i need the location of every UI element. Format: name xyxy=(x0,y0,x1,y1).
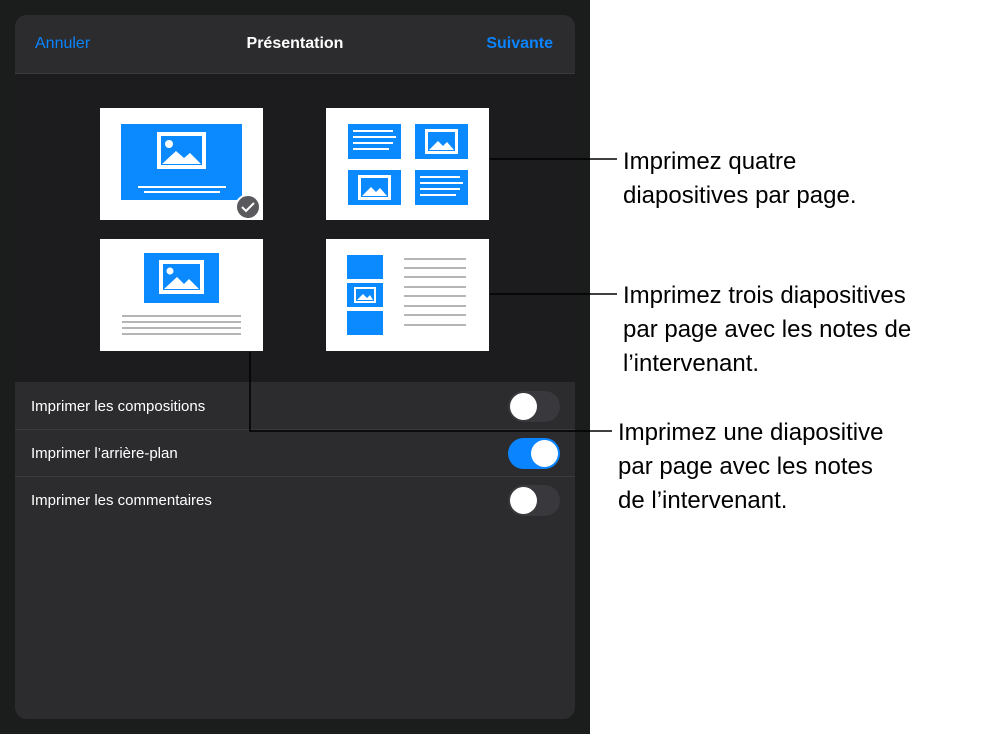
callout-one-slide: Imprimez une diapositive par page avec l… xyxy=(618,416,883,518)
callout-line: Imprimez quatre xyxy=(623,148,797,175)
callout-line: Imprimez une diapositive xyxy=(618,419,884,446)
callout-three-slides: Imprimez trois diapositives par page ave… xyxy=(623,279,911,381)
callout-four-slides: Imprimez quatre diapositives par page. xyxy=(623,145,856,213)
callout-line: Imprimez trois diapositives xyxy=(623,282,906,309)
callout-line: par page avec les notes de xyxy=(623,316,912,343)
callout-line: par page avec les notes xyxy=(618,453,873,480)
callout-line: l’intervenant. xyxy=(623,350,760,377)
callout-line: diapositives par page. xyxy=(623,182,857,209)
callout-line-one xyxy=(249,352,612,432)
callout-line: de l’intervenant. xyxy=(618,487,788,514)
